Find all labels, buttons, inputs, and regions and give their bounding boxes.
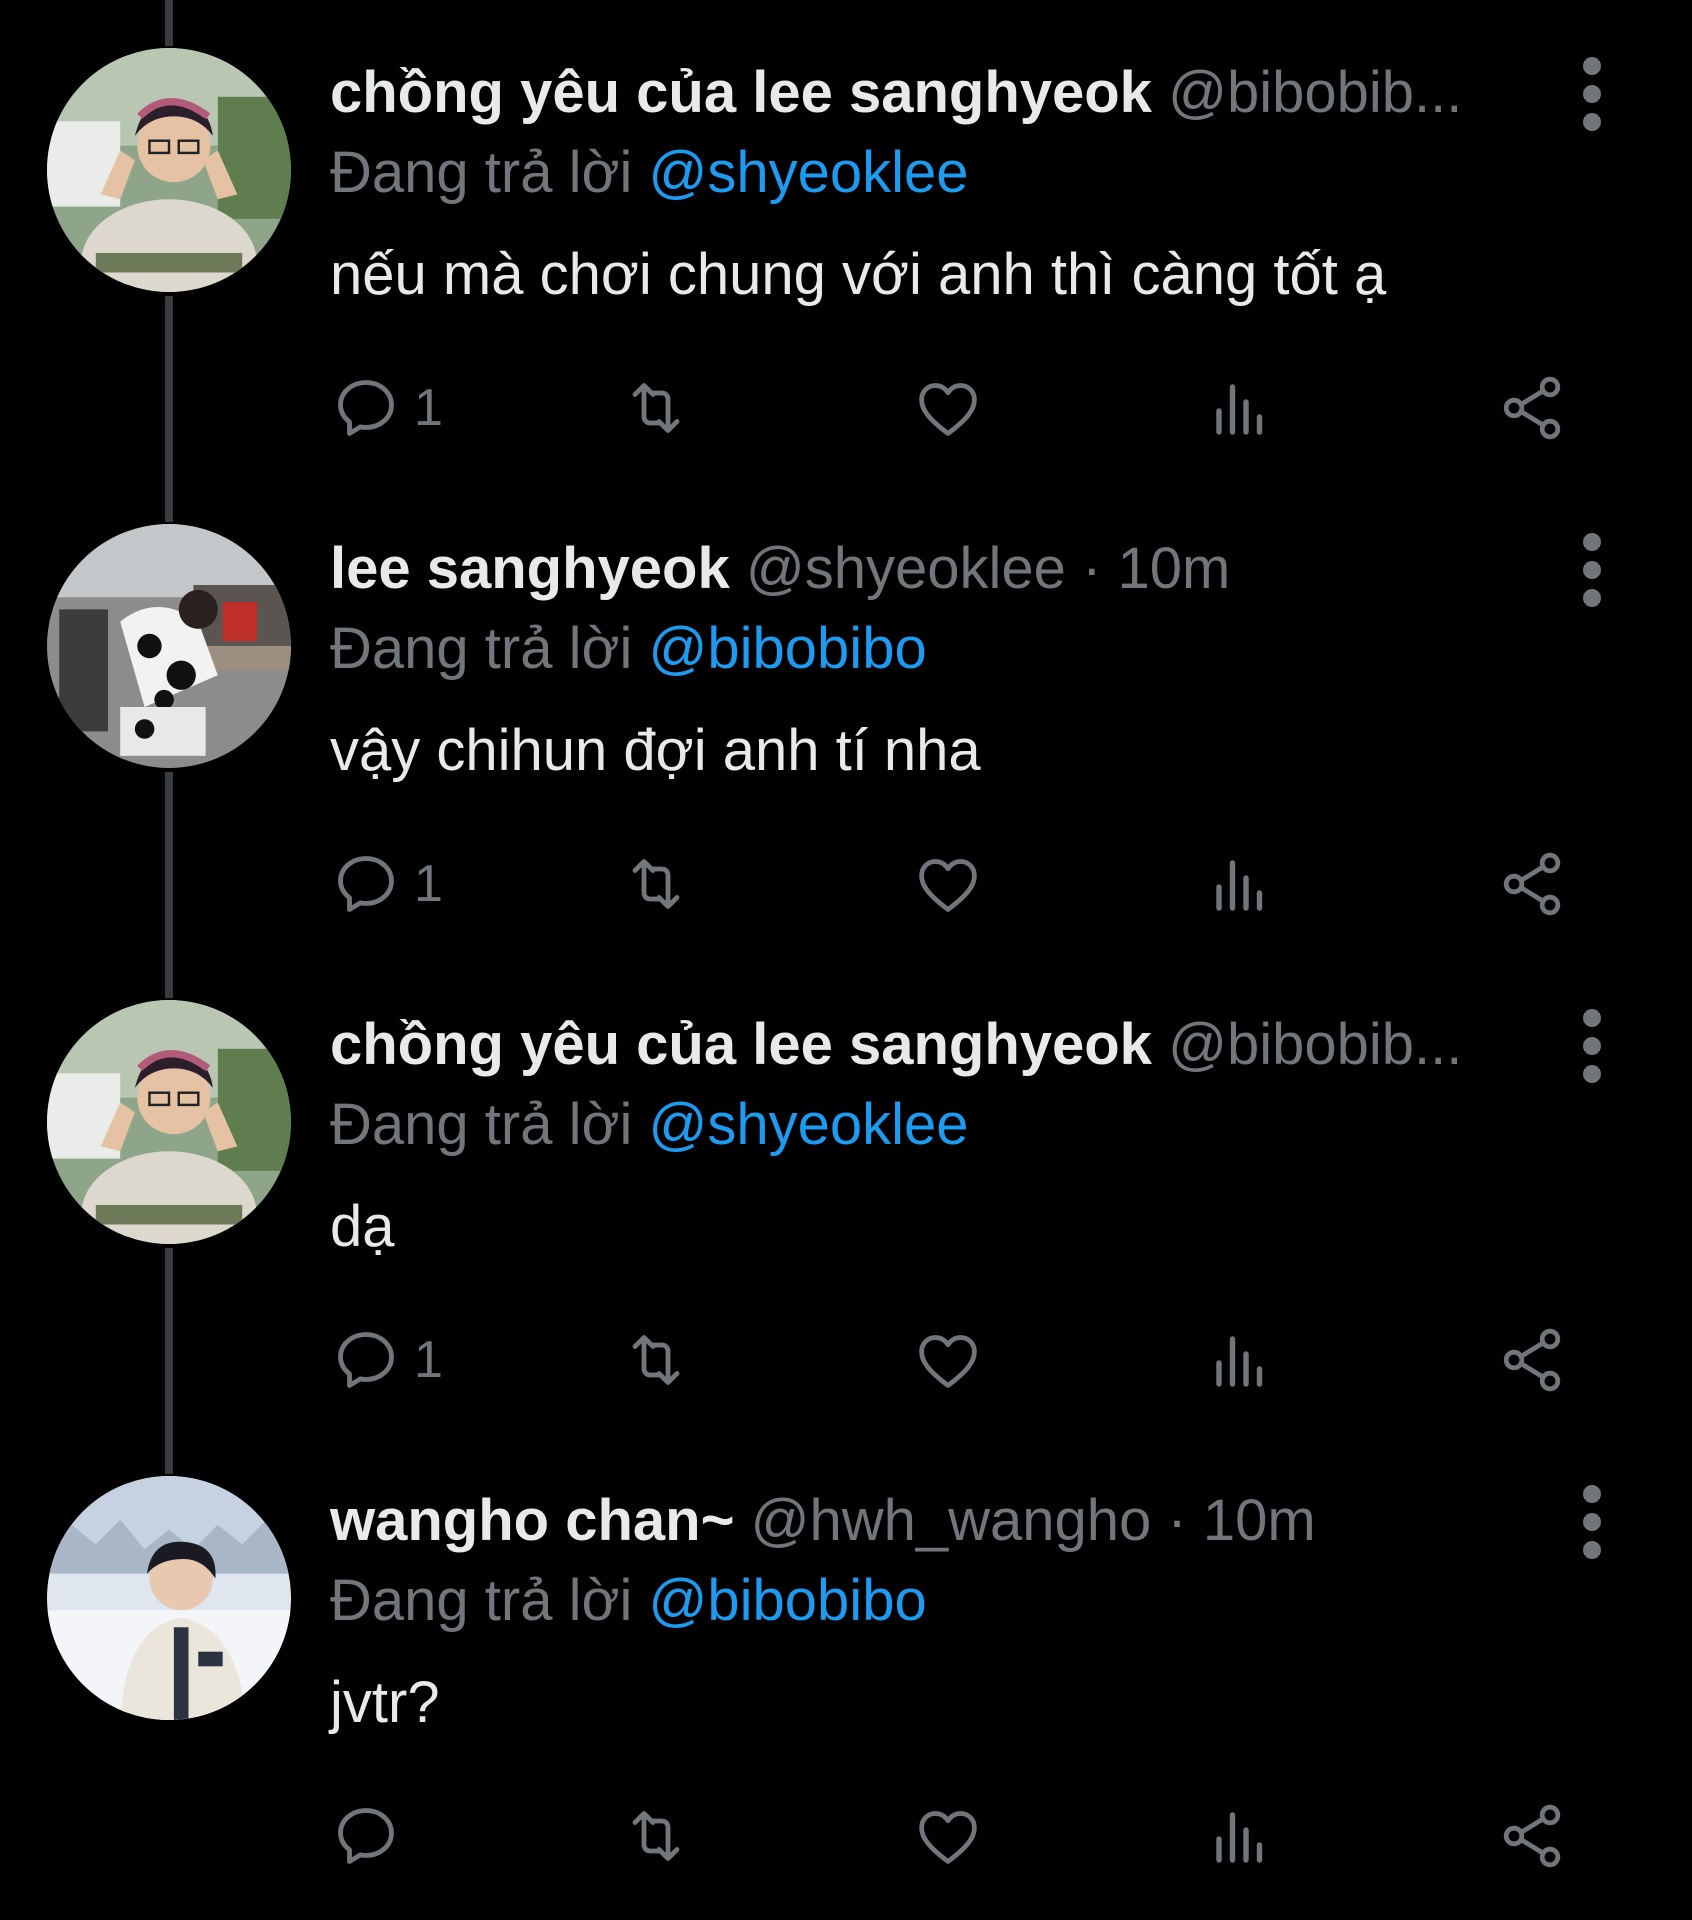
separator-dot: ·	[1082, 536, 1102, 601]
user-handle[interactable]: @bibobib...	[1168, 1012, 1462, 1077]
display-name[interactable]: wangho chan~	[330, 1488, 734, 1553]
tweet-header: lee sanghyeok @shyeoklee · 10m	[330, 534, 1542, 604]
share-button[interactable]	[1496, 1320, 1568, 1400]
like-button[interactable]	[912, 1796, 984, 1876]
user-handle[interactable]: @shyeoklee	[746, 536, 1066, 601]
tweet-actions	[330, 1796, 1580, 1876]
views-chart-icon	[1216, 1336, 1263, 1387]
retweet-button[interactable]	[620, 1796, 692, 1876]
avatar[interactable]	[47, 48, 291, 292]
replying-to-label: Đang trả lời	[330, 1568, 633, 1633]
tweet-header: wangho chan~ @hwh_wangho · 10m	[330, 1486, 1542, 1556]
replying-to-label: Đang trả lời	[330, 140, 633, 205]
heart-icon	[919, 383, 977, 436]
display-name[interactable]: chồng yêu của lee sanghyeok	[330, 60, 1152, 125]
timestamp[interactable]: 10m	[1203, 1488, 1316, 1553]
reply-count: 1	[414, 379, 443, 437]
tweet-text: dạ	[330, 1194, 395, 1259]
retweet-button[interactable]	[620, 1320, 692, 1400]
heart-icon	[919, 1335, 977, 1388]
views-chart-icon	[1216, 1812, 1263, 1863]
profile-photo	[47, 48, 291, 292]
replying-to: Đang trả lời @shyeoklee	[330, 138, 969, 208]
tweet[interactable]: chồng yêu của lee sanghyeok @bibobib... …	[0, 0, 1692, 476]
display-name[interactable]: lee sanghyeok	[330, 536, 730, 601]
profile-photo	[47, 1476, 291, 1720]
replying-to-label: Đang trả lời	[330, 1092, 633, 1157]
avatar[interactable]	[47, 524, 291, 768]
reply-button[interactable]	[330, 1796, 414, 1876]
display-name[interactable]: chồng yêu của lee sanghyeok	[330, 1012, 1152, 1077]
share-icon	[1503, 376, 1561, 440]
retweet-button[interactable]	[620, 844, 692, 924]
retweet-icon	[632, 1811, 680, 1861]
retweet-button[interactable]	[620, 368, 692, 448]
reply-icon	[338, 856, 394, 912]
reply-button[interactable]: 1	[330, 368, 443, 448]
replying-to-label: Đang trả lời	[330, 616, 633, 681]
more-vertical-icon[interactable]	[1580, 522, 1604, 618]
tweet-header: chồng yêu của lee sanghyeok @bibobib...	[330, 58, 1542, 128]
retweet-icon	[632, 383, 680, 433]
views-button[interactable]	[1204, 368, 1276, 448]
retweet-icon	[632, 1335, 680, 1385]
reply-button[interactable]: 1	[330, 1320, 443, 1400]
user-handle[interactable]: @bibobib...	[1168, 60, 1462, 125]
tweet[interactable]: wangho chan~ @hwh_wangho · 10m Đang trả …	[0, 1428, 1692, 1904]
share-icon	[1503, 852, 1561, 916]
timestamp[interactable]: 10m	[1118, 536, 1231, 601]
tweet-thread: chồng yêu của lee sanghyeok @bibobib... …	[0, 0, 1692, 1920]
share-button[interactable]	[1496, 368, 1568, 448]
share-icon	[1503, 1328, 1561, 1392]
reply-count: 1	[414, 855, 443, 913]
replying-to: Đang trả lời @bibobibo	[330, 1566, 927, 1636]
like-button[interactable]	[912, 1320, 984, 1400]
reply-icon	[338, 1808, 394, 1864]
tweet-text: jvtr?	[330, 1670, 440, 1735]
more-vertical-icon[interactable]	[1580, 46, 1604, 142]
replying-to: Đang trả lời @shyeoklee	[330, 1090, 969, 1160]
views-chart-icon	[1216, 860, 1263, 911]
share-button[interactable]	[1496, 1796, 1568, 1876]
share-button[interactable]	[1496, 844, 1568, 924]
replying-to-handle[interactable]: @bibobibo	[649, 1568, 927, 1633]
tweet-actions: 1	[330, 368, 1580, 448]
reply-icon	[338, 380, 394, 436]
tweet-text: vậy chihun đợi anh tí nha	[330, 718, 981, 783]
like-button[interactable]	[912, 368, 984, 448]
more-vertical-icon[interactable]	[1580, 998, 1604, 1094]
heart-icon	[919, 1811, 977, 1864]
user-handle[interactable]: @hwh_wangho	[751, 1488, 1152, 1553]
profile-photo	[47, 524, 291, 768]
tweet-header: chồng yêu của lee sanghyeok @bibobib...	[330, 1010, 1542, 1080]
avatar[interactable]	[47, 1476, 291, 1720]
tweet-actions: 1	[330, 844, 1580, 924]
separator-dot: ·	[1167, 1488, 1187, 1553]
replying-to-handle[interactable]: @shyeoklee	[649, 1092, 969, 1157]
reply-count: 1	[414, 1331, 443, 1389]
tweet[interactable]: chồng yêu của lee sanghyeok @bibobib... …	[0, 952, 1692, 1428]
reply-button[interactable]: 1	[330, 844, 443, 924]
heart-icon	[919, 859, 977, 912]
more-vertical-icon[interactable]	[1580, 1474, 1604, 1570]
views-chart-icon	[1216, 384, 1263, 435]
profile-photo	[47, 1000, 291, 1244]
views-button[interactable]	[1204, 1796, 1276, 1876]
like-button[interactable]	[912, 844, 984, 924]
replying-to-handle[interactable]: @bibobibo	[649, 616, 927, 681]
replying-to-handle[interactable]: @shyeoklee	[649, 140, 969, 205]
replying-to: Đang trả lời @bibobibo	[330, 614, 927, 684]
avatar[interactable]	[47, 1000, 291, 1244]
views-button[interactable]	[1204, 1320, 1276, 1400]
tweet-actions: 1	[330, 1320, 1580, 1400]
reply-icon	[338, 1332, 394, 1388]
tweet[interactable]: lee sanghyeok @shyeoklee · 10m Đang trả …	[0, 476, 1692, 952]
views-button[interactable]	[1204, 844, 1276, 924]
tweet-text: nếu mà chơi chung với anh thì càng tốt ạ	[330, 242, 1387, 307]
share-icon	[1503, 1804, 1561, 1868]
retweet-icon	[632, 859, 680, 909]
